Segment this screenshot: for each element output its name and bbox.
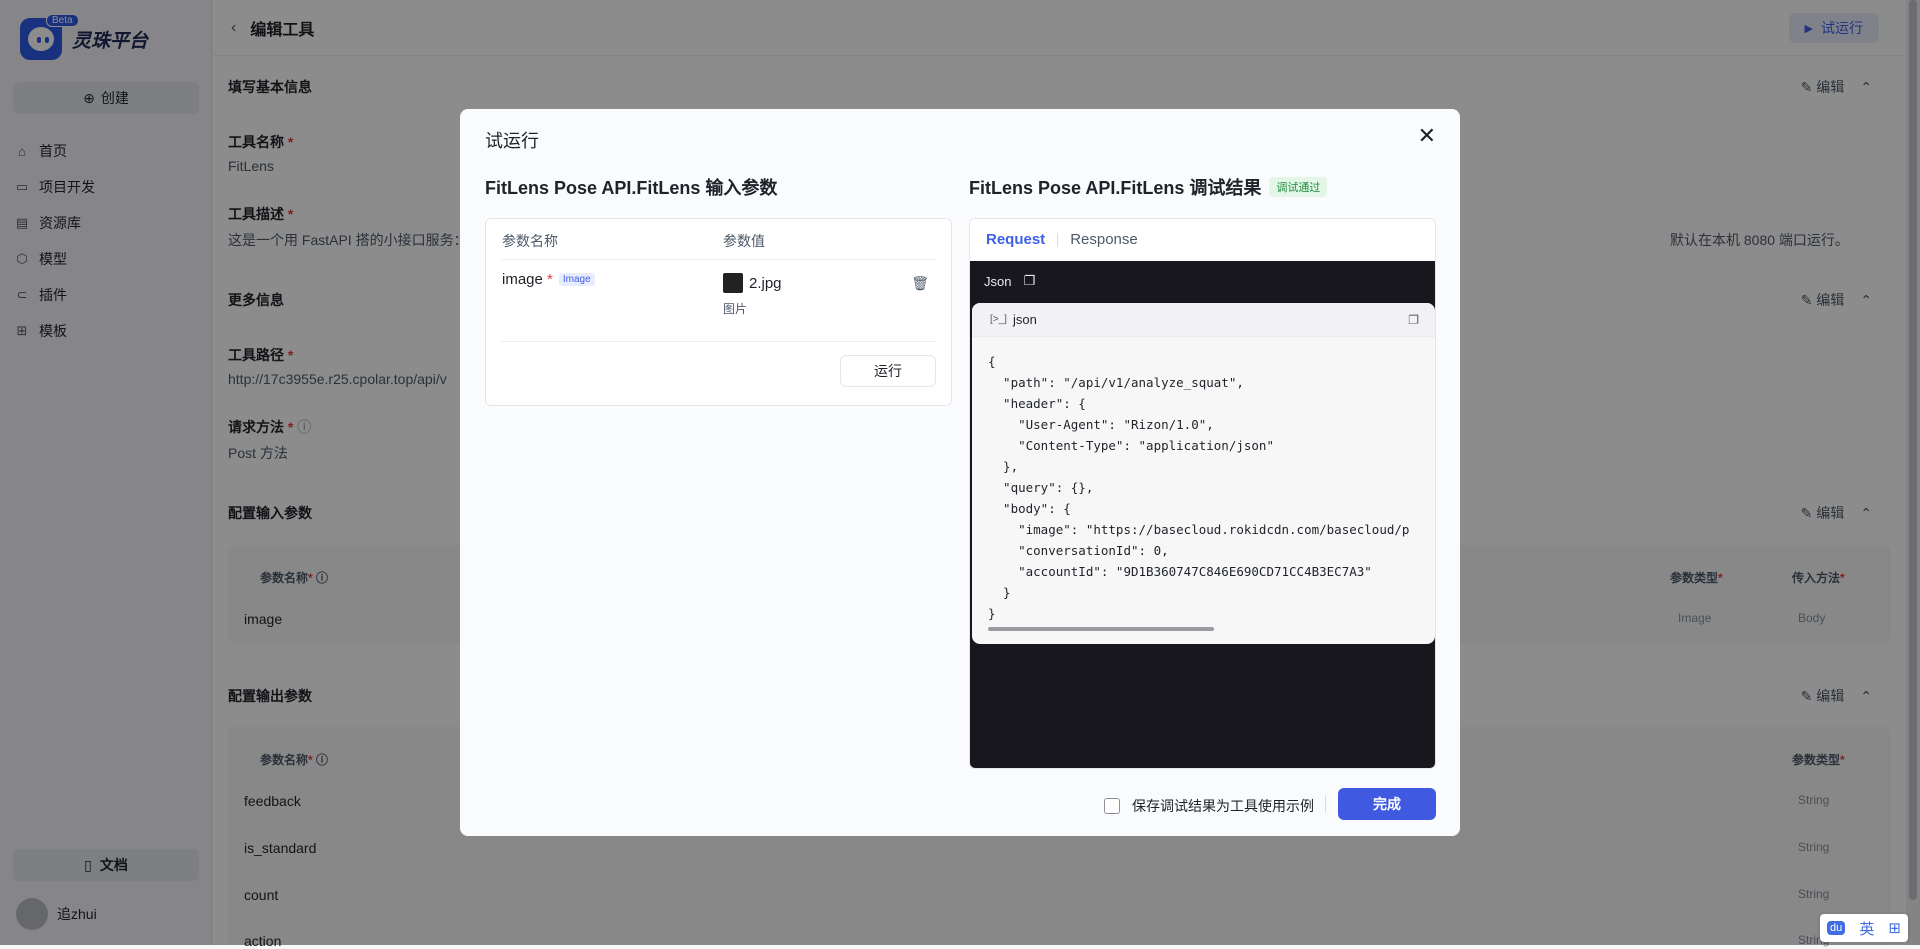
close-icon[interactable]: ✕	[1418, 123, 1436, 149]
divider	[1325, 795, 1326, 813]
code-viewer: Json ❐ [>_] json ❐ { "path": "/api/v1/anal…	[970, 261, 1435, 768]
code-language: json	[1012, 312, 1037, 327]
ime-widget[interactable]: du 英 ⊞	[1820, 914, 1908, 942]
file-name: 2.jpg	[749, 275, 782, 292]
file-type: 图片	[723, 302, 748, 316]
terminal-icon: [>_]	[990, 314, 1007, 325]
dialog-title: 试运行	[485, 131, 539, 151]
trial-run-dialog: 试运行 ✕ FitLens Pose API.FitLens 输入参数 FitL…	[460, 109, 1460, 836]
image-thumbnail[interactable]	[723, 273, 743, 293]
result-panel: Request Response Json ❐ [>_] json ❐ { "pat…	[969, 218, 1436, 769]
divider	[501, 259, 936, 260]
horizontal-scrollbar[interactable]	[988, 627, 1214, 631]
copy-code-icon[interactable]: ❐	[1408, 313, 1419, 327]
request-json[interactable]: { "path": "/api/v1/analyze_squat", "head…	[988, 351, 1409, 624]
column-header: 参数值	[723, 233, 765, 249]
result-title-text: FitLens Pose API.FitLens 调试结果	[969, 178, 1262, 198]
copy-icon[interactable]: ❐	[1023, 273, 1035, 289]
input-params-form: 参数名称 参数值 image * Image 2.jpg 图片 🗑 运行	[485, 218, 952, 406]
result-title: FitLens Pose API.FitLens 调试结果 调试通过	[969, 174, 1328, 200]
checkbox[interactable]	[1104, 798, 1120, 814]
save-example-checkbox[interactable]: 保存调试结果为工具使用示例	[1104, 796, 1314, 816]
result-tabs: Request Response	[970, 219, 1435, 260]
checkbox-label: 保存调试结果为工具使用示例	[1132, 798, 1314, 814]
type-tag: Image	[558, 273, 595, 286]
grid-icon[interactable]: ⊞	[1888, 919, 1901, 937]
tab-response[interactable]: Response	[1070, 231, 1138, 248]
status-badge: 调试通过	[1269, 177, 1328, 197]
param-name: image * Image	[502, 271, 595, 288]
json-code-block: [>_] json ❐ { "path": "/api/v1/analyze_sq…	[972, 303, 1435, 644]
paw-icon: du	[1827, 921, 1846, 935]
tab-request[interactable]: Request	[986, 231, 1045, 248]
divider	[501, 341, 936, 342]
column-header: 参数名称	[502, 233, 558, 249]
language-toggle[interactable]: 英	[1859, 918, 1874, 939]
run-button[interactable]: 运行	[840, 355, 936, 387]
format-label: Json	[984, 273, 1012, 289]
input-params-title: FitLens Pose API.FitLens 输入参数	[485, 178, 778, 198]
done-button[interactable]: 完成	[1338, 788, 1436, 820]
delete-icon[interactable]: 🗑	[911, 275, 929, 292]
